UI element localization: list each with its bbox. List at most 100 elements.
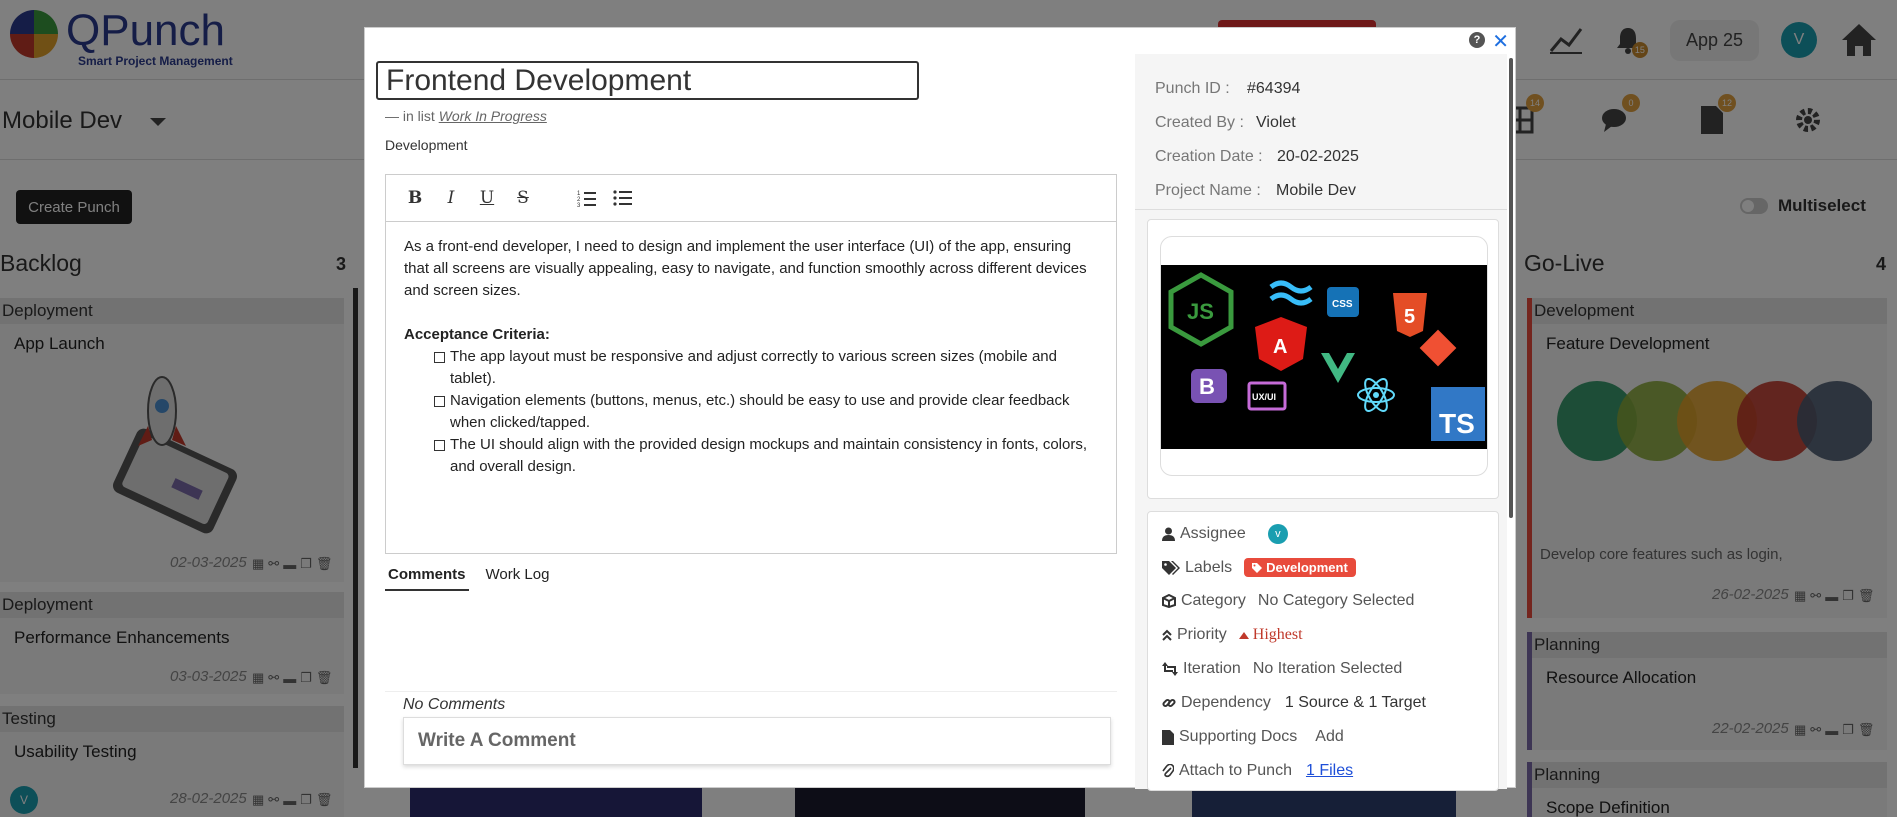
labels-key: Labels bbox=[1162, 559, 1232, 577]
tag-icon bbox=[1252, 562, 1263, 573]
punch-id-row: Punch ID : #64394 bbox=[1155, 72, 1359, 106]
editor-toolbar: B I U S 123 bbox=[386, 175, 1116, 222]
labels-label: Labels bbox=[1185, 558, 1233, 576]
italic-button[interactable]: I bbox=[440, 187, 462, 209]
priority-label: Priority bbox=[1177, 626, 1227, 643]
category-value: No Category Selected bbox=[1257, 592, 1415, 609]
attachment-preview-card: JS A CSS 5 B UX/UI TS bbox=[1147, 219, 1499, 499]
retweet-icon bbox=[1162, 662, 1178, 676]
punch-properties: Assignee v Labels Development Category N… bbox=[1147, 511, 1499, 791]
tab-work-log[interactable]: Work Log bbox=[483, 562, 553, 591]
category-label: Category bbox=[1181, 592, 1246, 609]
bold-button[interactable]: B bbox=[404, 187, 426, 209]
bullet-list-icon[interactable] bbox=[612, 187, 634, 209]
tags-icon bbox=[1162, 560, 1180, 575]
in-list-prefix: — in list bbox=[385, 108, 435, 124]
acceptance-criteria-heading: Acceptance Criteria: bbox=[404, 326, 550, 343]
caret-up-icon bbox=[1238, 631, 1249, 639]
svg-text:3: 3 bbox=[577, 203, 581, 207]
priority-row[interactable]: Priority Highest bbox=[1162, 626, 1303, 644]
attach-row[interactable]: Attach to Punch 1 Files bbox=[1162, 762, 1353, 780]
underline-button[interactable]: U bbox=[476, 187, 498, 209]
tech-stack-image: JS A CSS 5 B UX/UI TS bbox=[1161, 265, 1487, 449]
iteration-row[interactable]: Iteration No Iteration Selected bbox=[1162, 660, 1402, 678]
link-icon bbox=[1162, 698, 1176, 708]
editor-content[interactable]: As a front-end developer, I need to desi… bbox=[386, 222, 1116, 492]
priority-value: Highest bbox=[1238, 626, 1303, 644]
meta-divider bbox=[1135, 209, 1507, 210]
punch-side-pane: Punch ID : #64394 Created By : Violet Cr… bbox=[1135, 54, 1507, 791]
modal-scrollbar[interactable] bbox=[1509, 58, 1513, 518]
creation-date-label: Creation Date : bbox=[1155, 148, 1263, 165]
svg-text:A: A bbox=[1273, 336, 1287, 358]
iteration-key: Iteration bbox=[1162, 660, 1241, 678]
strikethrough-button[interactable]: S bbox=[512, 187, 534, 209]
punch-title-input[interactable]: Frontend Development bbox=[376, 61, 919, 100]
in-list-line: — in list Work In Progress bbox=[385, 108, 547, 124]
priority-text: Highest bbox=[1252, 626, 1303, 643]
punch-id-value: #64394 bbox=[1247, 80, 1301, 97]
project-name-value: Mobile Dev bbox=[1276, 182, 1357, 199]
uxui-badge: UX/UI bbox=[1252, 392, 1276, 402]
help-icon[interactable]: ? bbox=[1469, 32, 1485, 48]
js-badge: JS bbox=[1187, 299, 1214, 324]
acceptance-item: The app layout must be responsive and ad… bbox=[434, 346, 1098, 390]
acceptance-criteria-list: The app layout must be responsive and ad… bbox=[404, 346, 1098, 478]
assignee-row[interactable]: Assignee v bbox=[1162, 524, 1288, 544]
html5-badge: 5 bbox=[1404, 306, 1415, 328]
cube-icon bbox=[1162, 594, 1176, 608]
dependency-value[interactable]: 1 Source & 1 Target bbox=[1285, 694, 1426, 712]
iteration-value: No Iteration Selected bbox=[1252, 660, 1403, 677]
assignee-key: Assignee bbox=[1162, 525, 1246, 543]
created-by-value: Violet bbox=[1256, 114, 1296, 131]
iteration-label: Iteration bbox=[1183, 660, 1241, 677]
file-icon bbox=[1162, 729, 1174, 745]
punch-label-text: Development bbox=[385, 137, 468, 153]
punch-id-label: Punch ID : bbox=[1155, 80, 1230, 97]
label-chip[interactable]: Development bbox=[1244, 558, 1356, 577]
user-icon bbox=[1162, 527, 1175, 541]
creation-date-value: 20-02-2025 bbox=[1277, 148, 1359, 165]
created-by-label: Created By : bbox=[1155, 114, 1244, 131]
acceptance-item: The UI should align with the provided de… bbox=[434, 434, 1098, 478]
svg-text:B: B bbox=[1199, 374, 1215, 399]
punch-detail-modal: ? ✕ Frontend Development — in list Work … bbox=[364, 27, 1516, 791]
project-name-row: Project Name : Mobile Dev bbox=[1155, 174, 1359, 208]
assignee-avatar[interactable]: v bbox=[1267, 524, 1288, 544]
comment-input[interactable]: Write A Comment bbox=[403, 717, 1111, 765]
activity-tabs: Comments Work Log bbox=[385, 562, 552, 591]
tab-comments[interactable]: Comments bbox=[385, 562, 469, 591]
close-icon[interactable]: ✕ bbox=[1492, 29, 1509, 54]
acceptance-item: Navigation elements (buttons, menus, etc… bbox=[434, 390, 1098, 434]
css-badge: CSS bbox=[1332, 299, 1353, 310]
dependency-row[interactable]: Dependency 1 Source & 1 Target bbox=[1162, 694, 1426, 712]
labels-row[interactable]: Labels Development bbox=[1162, 558, 1356, 577]
punch-meta: Punch ID : #64394 Created By : Violet Cr… bbox=[1155, 72, 1359, 208]
double-chevron-up-icon bbox=[1162, 629, 1172, 641]
category-row[interactable]: Category No Category Selected bbox=[1162, 592, 1414, 610]
description-text: As a front-end developer, I need to desi… bbox=[404, 238, 1087, 299]
attach-key: Attach to Punch bbox=[1162, 762, 1292, 780]
label-chip-text: Development bbox=[1266, 560, 1348, 575]
supporting-docs-add[interactable]: Add bbox=[1315, 728, 1343, 746]
created-by-row: Created By : Violet bbox=[1155, 106, 1359, 140]
punch-main-pane: Frontend Development — in list Work In P… bbox=[365, 28, 1135, 789]
dependency-key: Dependency bbox=[1162, 694, 1271, 712]
priority-key: Priority bbox=[1162, 626, 1227, 644]
assignee-label: Assignee bbox=[1180, 525, 1246, 542]
project-name-label: Project Name : bbox=[1155, 182, 1261, 199]
supporting-docs-row[interactable]: Supporting Docs Add bbox=[1162, 728, 1344, 746]
list-link[interactable]: Work In Progress bbox=[439, 108, 547, 124]
description-editor[interactable]: B I U S 123 As a front-end developer, I … bbox=[385, 174, 1117, 554]
attached-files-link[interactable]: 1 Files bbox=[1306, 762, 1353, 780]
supporting-docs-key: Supporting Docs bbox=[1162, 728, 1297, 746]
comments-divider bbox=[385, 691, 1117, 692]
paperclip-icon bbox=[1162, 764, 1174, 778]
dependency-label: Dependency bbox=[1181, 694, 1271, 711]
creation-date-row: Creation Date : 20-02-2025 bbox=[1155, 140, 1359, 174]
ordered-list-icon[interactable]: 123 bbox=[576, 187, 598, 209]
no-comments-text: No Comments bbox=[403, 696, 506, 713]
attachment-preview[interactable]: JS A CSS 5 B UX/UI TS bbox=[1160, 236, 1488, 476]
supporting-docs-label: Supporting Docs bbox=[1179, 728, 1298, 745]
category-key: Category bbox=[1162, 592, 1246, 610]
